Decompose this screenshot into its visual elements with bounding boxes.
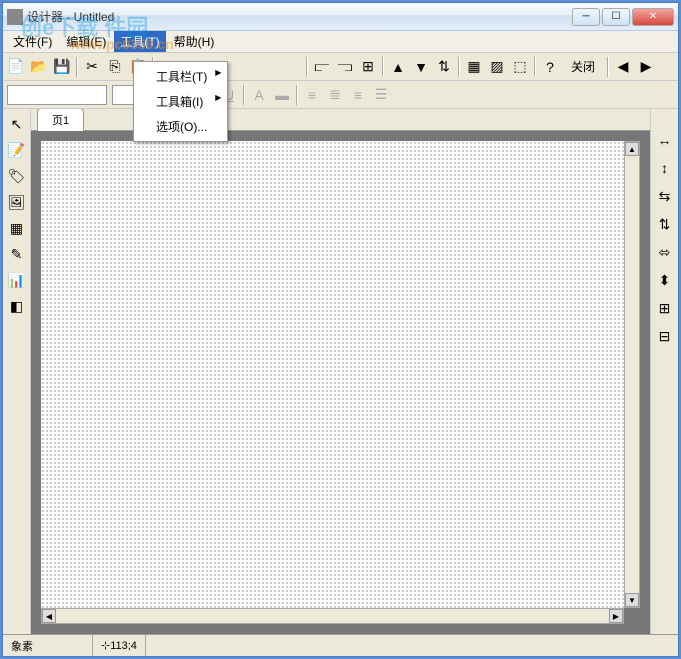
scroll-right-icon[interactable]: ▶	[609, 609, 623, 623]
canvas-wrap: ▲ ▼ ◀ ▶	[31, 131, 650, 634]
tools-dropdown: 工具栏(T) 工具箱(I) 选项(O)...	[133, 61, 228, 142]
align-left-icon[interactable]: ⫍	[311, 56, 333, 78]
separator	[458, 57, 460, 77]
canvas-grid	[41, 141, 624, 608]
dist-h-icon[interactable]: ⇆	[654, 185, 676, 207]
horizontal-scrollbar[interactable]: ◀ ▶	[41, 608, 624, 624]
separator	[607, 57, 609, 77]
align-left-text-icon[interactable]: ≡	[301, 84, 323, 106]
separator	[243, 85, 245, 105]
order-icon[interactable]: ⇅	[433, 56, 455, 78]
separator	[306, 57, 308, 77]
align-center-text-icon[interactable]: ≣	[324, 84, 346, 106]
size-w-icon[interactable]: ⬄	[654, 241, 676, 263]
window-controls: ─ ☐ ✕	[572, 8, 674, 26]
maximize-button[interactable]: ☐	[602, 8, 630, 26]
open-icon[interactable]: 📂	[28, 56, 50, 78]
cursor-snap-icon[interactable]: ⬚	[509, 56, 531, 78]
size-h-icon[interactable]: ⬍	[654, 269, 676, 291]
send-back-icon[interactable]: ▼	[410, 56, 432, 78]
main-window: 设计器 - Untitled ─ ☐ ✕ 文件(F) 编辑(E) 工具(T) 帮…	[2, 2, 679, 657]
chart-tool-icon[interactable]: 📊	[6, 269, 28, 291]
menu-tools[interactable]: 工具(T)	[114, 31, 165, 52]
new-icon[interactable]: 📄	[5, 56, 27, 78]
right-toolbox: ↔ ↕ ⇆ ⇅ ⬄ ⬍ ⊞ ⊟	[650, 109, 678, 634]
separator	[382, 57, 384, 77]
shape-tool-icon[interactable]: ◧	[6, 295, 28, 317]
titlebar: 设计器 - Untitled ─ ☐ ✕	[3, 3, 678, 31]
image-tool-icon[interactable]: 🖼	[6, 191, 28, 213]
menubar: 文件(F) 编辑(E) 工具(T) 帮助(H)	[3, 31, 678, 53]
ungroup-tool-icon[interactable]: ⊟	[654, 325, 676, 347]
window-title: 设计器 - Untitled	[27, 8, 572, 25]
tab-page1[interactable]: 页1	[37, 109, 84, 131]
separator	[76, 57, 78, 77]
align-v-icon[interactable]: ↕	[654, 157, 676, 179]
save-icon[interactable]: 💾	[51, 56, 73, 78]
separator	[296, 85, 298, 105]
justify-icon[interactable]: ☰	[370, 84, 392, 106]
font-color-icon[interactable]: A	[248, 84, 270, 106]
align-h-icon[interactable]: ↔	[654, 129, 676, 151]
group-tool-icon[interactable]: ⊞	[654, 297, 676, 319]
menu-item-toolbar[interactable]: 工具栏(T)	[136, 64, 225, 89]
snap-icon[interactable]: ▨	[486, 56, 508, 78]
group-icon[interactable]: ⊞	[357, 56, 379, 78]
text-tool-icon[interactable]: 📝	[6, 139, 28, 161]
pointer-tool-icon[interactable]: ↖	[6, 113, 28, 135]
statusbar: 象素 ⊹ 113;4	[3, 634, 678, 656]
scroll-left-icon[interactable]: ◀	[42, 609, 56, 623]
minimize-button[interactable]: ─	[572, 8, 600, 26]
font-family-select[interactable]	[7, 85, 107, 105]
label-tool-icon[interactable]: 🏷	[6, 165, 28, 187]
dist-v-icon[interactable]: ⇅	[654, 213, 676, 235]
fill-color-icon[interactable]: ▬	[271, 84, 293, 106]
toolbar-main: 📄 📂 💾 ✂ ⎘ 📋 ↶ ↷ ⫍ ⫎ ⊞ ▲ ▼ ⇅ ▦ ▨ ⬚ ? 关闭 ◀…	[3, 53, 678, 81]
help-icon[interactable]: ?	[539, 56, 561, 78]
close-toolbar-button[interactable]: 关闭	[562, 55, 604, 78]
menu-item-toolbox[interactable]: 工具箱(I)	[136, 89, 225, 114]
center-area: 页1 ▲ ▼ ◀ ▶	[31, 109, 650, 634]
menu-item-options[interactable]: 选项(O)...	[136, 114, 225, 139]
grid-icon[interactable]: ▦	[463, 56, 485, 78]
status-coordinates: ⊹ 113;4	[93, 635, 146, 656]
menu-edit[interactable]: 编辑(E)	[60, 31, 112, 52]
menu-help[interactable]: 帮助(H)	[168, 31, 221, 52]
bring-front-icon[interactable]: ▲	[387, 56, 409, 78]
design-canvas[interactable]	[41, 141, 624, 608]
copy-icon[interactable]: ⎘	[104, 56, 126, 78]
close-button[interactable]: ✕	[632, 8, 674, 26]
left-toolbox: ↖ 📝 🏷 🖼 ▦ ✎ 📊 ◧	[3, 109, 31, 634]
scroll-up-icon[interactable]: ▲	[625, 142, 639, 156]
main-area: ↖ 📝 🏷 🖼 ▦ ✎ 📊 ◧ 页1 ▲ ▼ ◀	[3, 109, 678, 634]
separator	[534, 57, 536, 77]
draw-tool-icon[interactable]: ✎	[6, 243, 28, 265]
crosshair-icon: ⊹	[101, 639, 110, 652]
app-icon	[7, 9, 23, 25]
menu-file[interactable]: 文件(F)	[7, 31, 58, 52]
table-tool-icon[interactable]: ▦	[6, 217, 28, 239]
align-center-icon[interactable]: ⫎	[334, 56, 356, 78]
prev-icon[interactable]: ◀	[612, 56, 634, 78]
cut-icon[interactable]: ✂	[81, 56, 103, 78]
toolbar-format: B I U A ▬ ≡ ≣ ≡ ☰	[3, 81, 678, 109]
scroll-down-icon[interactable]: ▼	[625, 593, 639, 607]
align-right-text-icon[interactable]: ≡	[347, 84, 369, 106]
status-units: 象素	[3, 635, 93, 656]
next-icon[interactable]: ▶	[635, 56, 657, 78]
tab-strip: 页1	[31, 109, 650, 131]
vertical-scrollbar[interactable]: ▲ ▼	[624, 141, 640, 608]
